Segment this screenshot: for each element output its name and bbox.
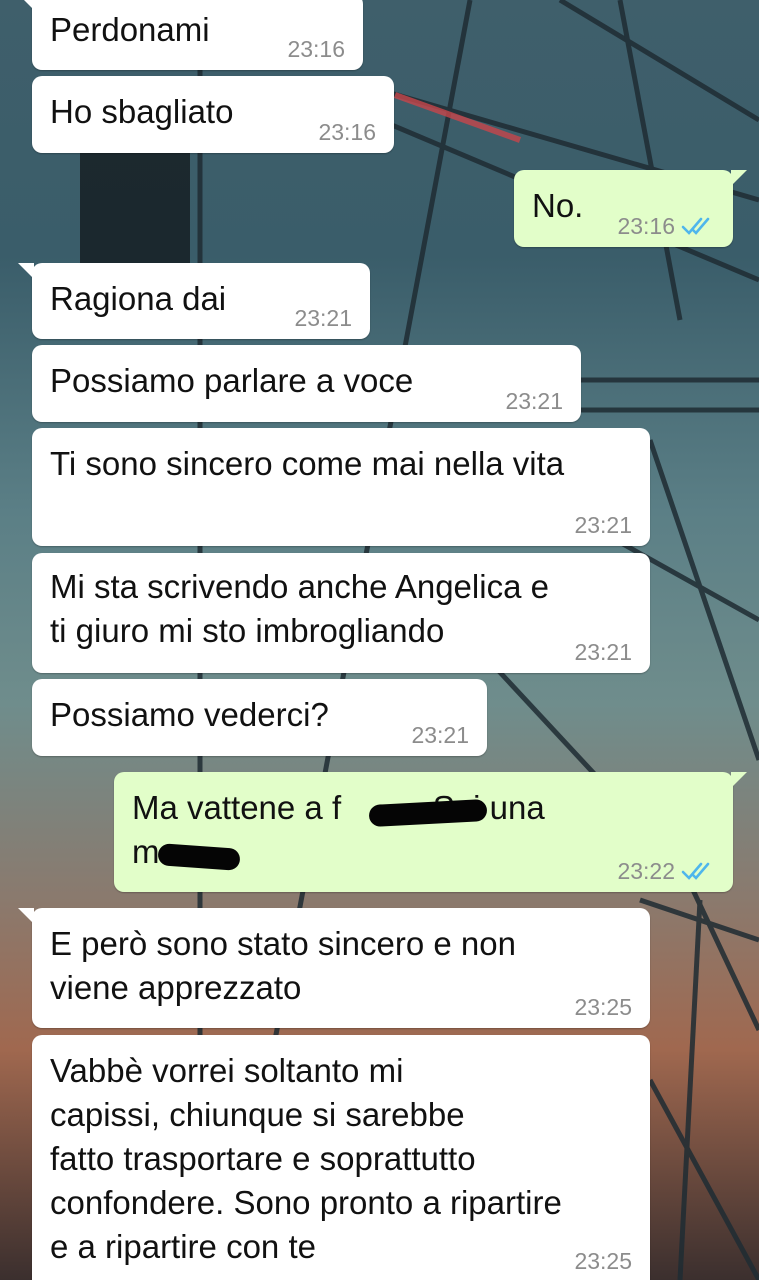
message-text: Possiamo vederci?	[50, 696, 329, 733]
message-text: E però sono stato sincero e non viene ap…	[50, 925, 516, 1006]
message-meta: 23:21	[411, 722, 469, 748]
message-meta: 23:16	[318, 119, 376, 145]
message-meta: 23:21	[294, 305, 352, 331]
message-text: Ragiona dai	[50, 280, 227, 317]
message-text: No.	[532, 187, 584, 224]
double-check-icon	[681, 862, 710, 880]
message-meta: 23:21	[574, 512, 632, 538]
message-meta: 23:16	[617, 213, 715, 239]
message-time: 23:21	[574, 639, 632, 665]
message-meta: 23:25	[574, 1248, 632, 1274]
message-time: 23:25	[574, 994, 632, 1020]
message-text: Perdonami	[50, 11, 210, 48]
message-time: 23:21	[411, 722, 469, 748]
message-time: 23:25	[574, 1248, 632, 1274]
message-time: 23:16	[617, 213, 675, 239]
double-check-icon	[681, 217, 710, 235]
message-meta: 23:22	[617, 858, 715, 884]
incoming-message[interactable]: Vabbè vorrei soltanto mi capissi, chiunq…	[32, 1035, 650, 1280]
message-text: Mi sta scrivendo anche Angelica e ti giu…	[50, 568, 549, 649]
incoming-message[interactable]: Possiamo vederci? 23:21	[32, 679, 487, 756]
incoming-message[interactable]: Ti sono sincero come mai nella vita 23:2…	[32, 428, 650, 546]
message-text: Ti sono sincero come mai nella vita	[50, 445, 565, 482]
message-time: 23:21	[294, 305, 352, 331]
incoming-message[interactable]: Possiamo parlare a voce 23:21	[32, 345, 581, 422]
message-time: 23:21	[574, 512, 632, 538]
incoming-message[interactable]: Ho sbagliato 23:16	[32, 76, 394, 153]
message-meta: 23:16	[287, 36, 345, 62]
message-meta: 23:25	[574, 994, 632, 1020]
incoming-message[interactable]: Ragiona dai 23:21	[18, 263, 370, 339]
message-text: Ho sbagliato	[50, 93, 234, 130]
incoming-message[interactable]: Mi sta scrivendo anche Angelica e ti giu…	[32, 553, 650, 673]
message-time: 23:16	[287, 36, 345, 62]
message-time: 23:16	[318, 119, 376, 145]
outgoing-message[interactable]: Ma vattene a f . Sei una m 23:22	[114, 772, 747, 892]
incoming-message[interactable]: E però sono stato sincero e non viene ap…	[18, 908, 650, 1028]
message-meta: 23:21	[505, 388, 563, 414]
message-text: Vabbè vorrei soltanto mi capissi, chiunq…	[50, 1052, 562, 1265]
message-time: 23:21	[505, 388, 563, 414]
message-time: 23:22	[617, 858, 675, 884]
message-meta: 23:21	[574, 639, 632, 665]
outgoing-message[interactable]: No. 23:16	[514, 170, 747, 247]
incoming-message[interactable]: Perdonami 23:16	[18, 0, 363, 70]
message-text: Possiamo parlare a voce	[50, 362, 414, 399]
chat-thread[interactable]: Perdonami 23:16 Ho sbagliato 23:16 No. 2…	[0, 0, 759, 1280]
